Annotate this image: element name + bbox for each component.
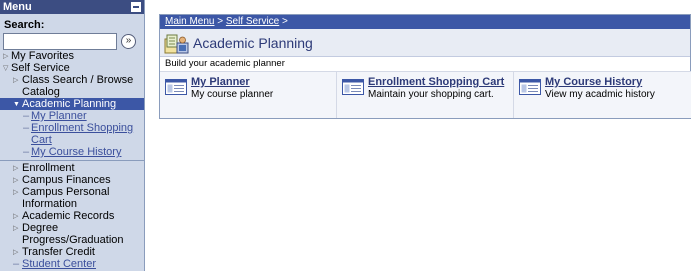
collapsed-arrow-icon: ▷ (13, 77, 19, 84)
collapsed-arrow-icon: ▷ (13, 189, 19, 196)
bullet-dash-icon: – (23, 110, 30, 122)
tile-description: Maintain your shopping cart. (368, 89, 494, 100)
menu-divider (0, 160, 144, 161)
my-planner-link[interactable]: My Planner (191, 76, 250, 88)
breadcrumb-separator: > (279, 16, 288, 27)
search-go-button[interactable]: » (121, 34, 136, 49)
bullet-dash-icon: – (23, 146, 30, 158)
academic-planning-icon (164, 34, 189, 54)
menu-search-input[interactable] (3, 33, 117, 50)
tile-enrollment-shopping-cart: Enrollment Shopping Cart Maintain your s… (337, 71, 514, 118)
search-row: » (0, 32, 144, 52)
side-menu: Menu Search: » ▷ My Favorites ▽ Self Ser… (0, 0, 145, 271)
page-title: Academic Planning (193, 35, 313, 51)
tile-grid: My Planner My course planner Enrollment … (160, 71, 691, 118)
menu-item-student-center[interactable]: – Student Center (0, 258, 144, 270)
menu-item-my-favorites[interactable]: ▷ My Favorites (0, 50, 144, 62)
menu-item-transfer-credit[interactable]: ▷ Transfer Credit (0, 246, 144, 258)
menu-item-campus-personal-information[interactable]: ▷ Campus Personal Information (0, 186, 144, 210)
menu-item-campus-finances[interactable]: ▷ Campus Finances (0, 174, 144, 186)
menu-item-enrollment[interactable]: ▷ Enrollment (0, 162, 144, 174)
menu-item-academic-records[interactable]: ▷ Academic Records (0, 210, 144, 222)
tile-description: My course planner (191, 89, 274, 100)
page-window-icon (165, 79, 187, 95)
menu-list: ▷ My Favorites ▽ Self Service ▷ Class Se… (0, 50, 144, 270)
breadcrumb: Main Menu > Self Service > (160, 15, 690, 29)
tile-my-course-history: My Course History View my acadmic histor… (514, 71, 691, 118)
title-bar: Academic Planning (160, 29, 690, 56)
menu-item-self-service[interactable]: ▽ Self Service (0, 62, 144, 74)
collapsed-arrow-icon: ▷ (13, 225, 19, 232)
my-course-history-link[interactable]: My Course History (545, 76, 642, 88)
menu-title: Menu (3, 1, 32, 13)
menu-item-academic-planning[interactable]: ▼ Academic Planning (0, 98, 144, 110)
menu-item-my-course-history[interactable]: – My Course History (0, 146, 144, 158)
page-window-icon (342, 79, 364, 95)
menu-item-degree-progress[interactable]: ▷ Degree Progress/Graduation (0, 222, 144, 246)
menu-item-class-search[interactable]: ▷ Class Search / Browse Catalog (0, 74, 144, 98)
collapse-menu-icon[interactable] (131, 2, 141, 12)
breadcrumb-main-menu[interactable]: Main Menu (165, 16, 214, 27)
bullet-dash-icon: – (13, 258, 20, 270)
tile-description: View my acadmic history (545, 89, 655, 100)
breadcrumb-self-service[interactable]: Self Service (226, 16, 279, 27)
menu-item-enrollment-shopping-cart[interactable]: – Enrollment Shopping Cart (0, 122, 144, 146)
enrollment-shopping-cart-link[interactable]: Enrollment Shopping Cart (368, 76, 504, 88)
menu-header: Menu (0, 0, 144, 14)
page-window-icon (519, 79, 541, 95)
breadcrumb-separator: > (214, 16, 226, 27)
search-label: Search: (4, 19, 45, 31)
tile-my-planner: My Planner My course planner (160, 71, 337, 118)
main-panel: Main Menu > Self Service > Academic Plan… (159, 14, 691, 119)
menu-item-my-planner[interactable]: – My Planner (0, 110, 144, 122)
page-subtitle: Build your academic planner (160, 56, 690, 70)
bullet-dash-icon: – (23, 122, 30, 134)
